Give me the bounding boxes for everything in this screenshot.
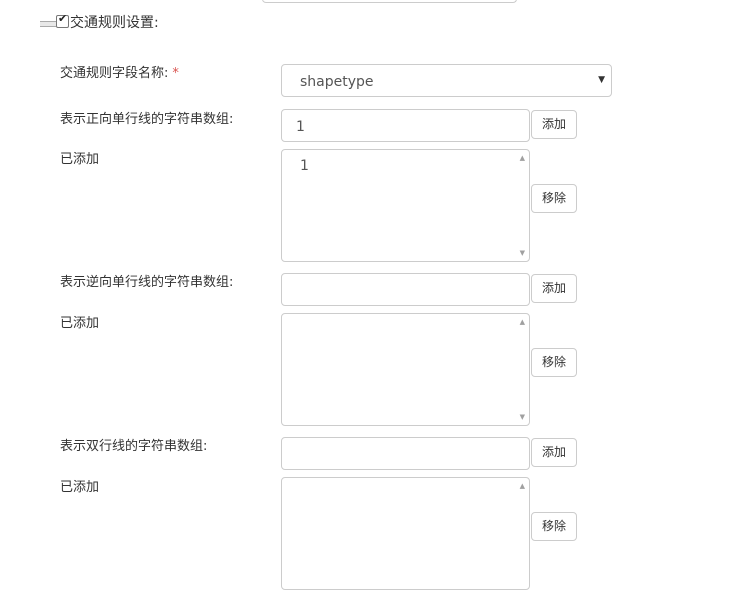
scroll-down-icon[interactable]: ▼ [520, 413, 525, 421]
forward-added-list[interactable]: 1 ▲ ▼ [281, 149, 530, 262]
chevron-down-icon: ▼ [598, 75, 605, 85]
scroll-up-icon[interactable]: ▲ [520, 318, 525, 326]
forward-remove-button[interactable]: 移除 [531, 184, 577, 213]
reverse-added-list[interactable]: ▲ ▼ [281, 313, 530, 426]
section-enable-checkbox[interactable]: ✔ [56, 12, 69, 28]
reverse-remove-button[interactable]: 移除 [531, 348, 577, 377]
double-line-input[interactable] [281, 437, 530, 470]
field-name-select[interactable]: shapetype ▼ [281, 64, 612, 97]
checkmark-icon: ✔ [58, 12, 68, 25]
forward-added-label: 已添加 [60, 152, 100, 167]
double-added-list[interactable]: ▲ [281, 477, 530, 590]
tree-collapse-icon[interactable] [40, 21, 56, 27]
scroll-up-icon[interactable]: ▲ [520, 154, 525, 162]
section-title: 交通规则设置: [70, 15, 159, 31]
double-line-label: 表示双行线的字符串数组: [60, 439, 208, 454]
forward-add-button[interactable]: 添加 [531, 110, 577, 139]
forward-oneway-input[interactable]: 1 [281, 109, 530, 142]
field-name-label: 交通规则字段名称: * [60, 65, 179, 83]
previous-field-edge [262, 0, 517, 3]
reverse-added-label: 已添加 [60, 316, 100, 331]
list-item[interactable]: 1 [300, 157, 309, 175]
reverse-oneway-label: 表示逆向单行线的字符串数组: [60, 275, 234, 290]
field-name-select-value: shapetype [300, 74, 374, 90]
double-add-button[interactable]: 添加 [531, 438, 577, 467]
double-added-label: 已添加 [60, 480, 100, 495]
scroll-up-icon[interactable]: ▲ [520, 482, 525, 490]
forward-oneway-input-value: 1 [296, 119, 305, 135]
scroll-down-icon[interactable]: ▼ [520, 249, 525, 257]
forward-oneway-label: 表示正向单行线的字符串数组: [60, 112, 234, 127]
field-name-label-text: 交通规则字段名称: [60, 66, 169, 81]
reverse-add-button[interactable]: 添加 [531, 274, 577, 303]
reverse-oneway-input[interactable] [281, 273, 530, 306]
required-mark: * [172, 66, 179, 81]
